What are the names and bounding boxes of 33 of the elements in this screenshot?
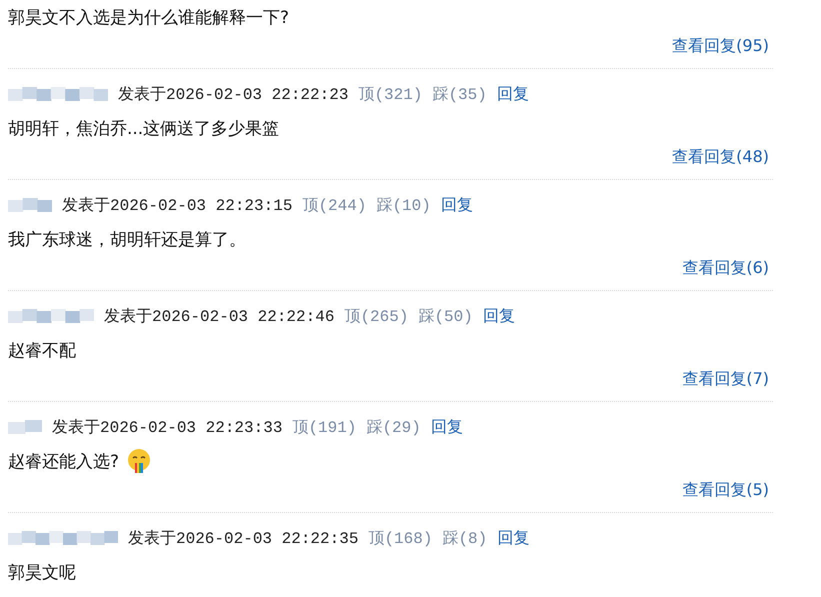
upvote-link[interactable]: 顶(321) [358, 84, 422, 104]
post-timestamp: 发表于2026-02-03 22:22:46 [104, 306, 334, 326]
downvote-link[interactable]: 踩(50) [418, 306, 473, 326]
blurred-username [8, 196, 52, 214]
reply-link[interactable]: 回复 [497, 528, 530, 548]
comment-text: 郭昊文呢 [8, 562, 76, 584]
comment-text: 胡明轩，焦泊乔...这俩送了多少果篮 [8, 118, 280, 140]
post-timestamp: 发表于2026-02-03 22:22:35 [128, 528, 358, 548]
view-replies-link[interactable]: 查看回复(6) [682, 258, 769, 282]
upvote-link[interactable]: 顶(191) [292, 416, 356, 438]
blurred-username [8, 418, 42, 436]
comment-text: 郭昊文不入选是为什么谁能解释一下? [8, 6, 290, 28]
comment-text: 赵睿不配 [8, 340, 76, 362]
view-replies-link[interactable]: 查看回复(5) [682, 480, 769, 504]
post-timestamp: 发表于2026-02-03 22:23:15 [62, 196, 292, 216]
post-timestamp: 发表于2026-02-03 22:22:23 [118, 84, 348, 104]
downvote-link[interactable]: 踩(29) [366, 416, 421, 438]
reply-link[interactable]: 回复 [440, 194, 473, 216]
upvote-link[interactable]: 顶(168) [368, 528, 432, 548]
upvote-link[interactable]: 顶(244) [302, 194, 366, 216]
view-replies-link[interactable]: 查看回复(95) [672, 36, 769, 60]
comment-text: 赵睿还能入选? [8, 450, 120, 472]
downvote-link[interactable]: 踩(8) [442, 528, 488, 548]
downvote-link[interactable]: 踩(10) [376, 194, 431, 216]
reply-link[interactable]: 回复 [482, 306, 515, 326]
reply-link[interactable]: 回复 [430, 416, 463, 438]
comment-text: 我广东球迷，胡明轩还是算了。 [8, 228, 246, 250]
downvote-link[interactable]: 踩(35) [432, 84, 487, 104]
upvote-link[interactable]: 顶(265) [344, 306, 408, 326]
reply-link[interactable]: 回复 [496, 84, 529, 104]
view-replies-link[interactable]: 查看回复(48) [672, 147, 769, 171]
post-timestamp: 发表于2026-02-03 22:23:33 [52, 418, 282, 438]
view-replies-link[interactable]: 查看回复(7) [682, 369, 769, 393]
